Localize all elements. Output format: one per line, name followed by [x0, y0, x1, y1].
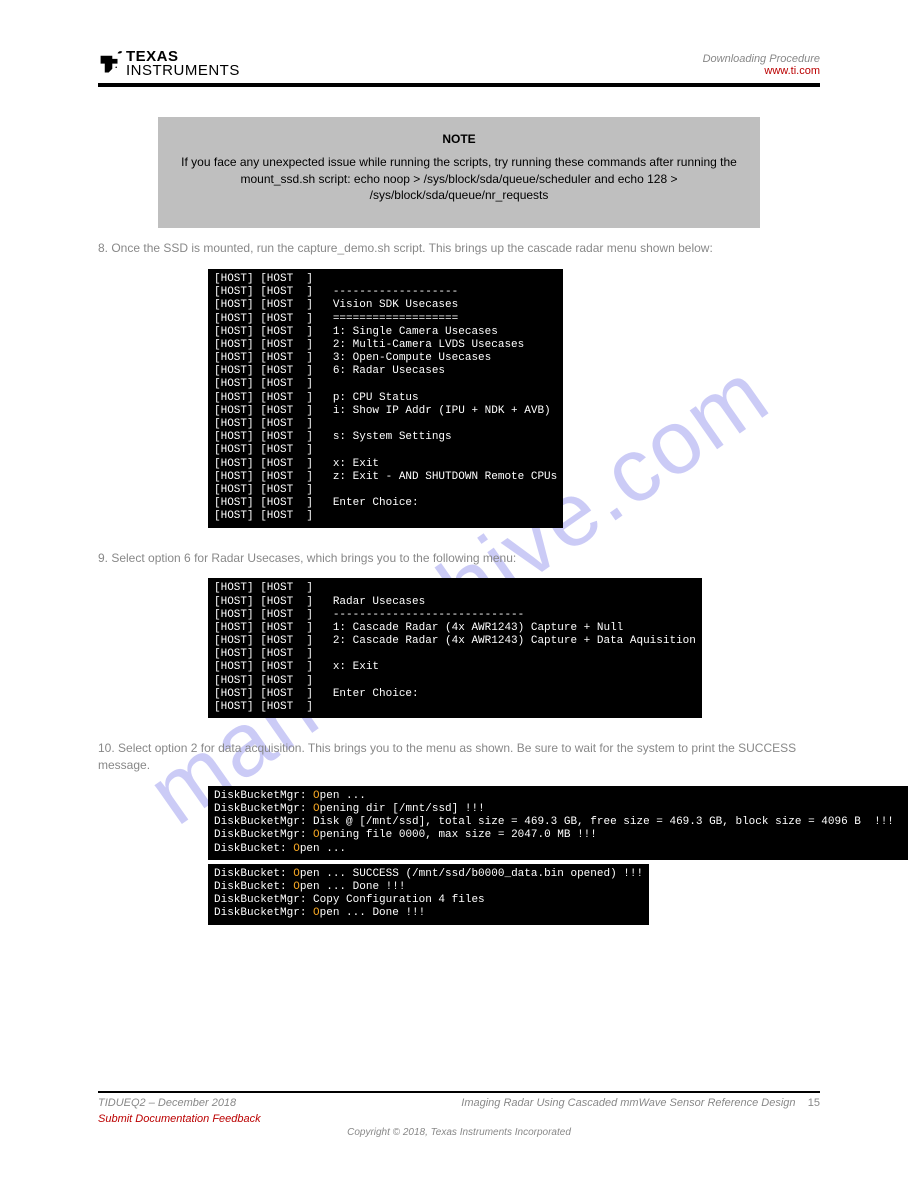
- web-link[interactable]: www.ti.com: [764, 65, 820, 77]
- logo-text-bottom: INSTRUMENTS: [126, 64, 240, 78]
- footer-page-number: 15: [808, 1097, 820, 1109]
- header-rule: [98, 83, 820, 87]
- header-right-text: Downloading Procedure: [703, 53, 820, 65]
- note-box: NOTE If you face any unexpected issue wh…: [158, 117, 760, 228]
- note-label: NOTE: [172, 131, 746, 148]
- footer-title: Imaging Radar Using Cascaded mmWave Sens…: [461, 1097, 795, 1109]
- header-section-title: Downloading Procedure www.ti.com: [703, 53, 820, 77]
- footer-feedback-link[interactable]: Submit Documentation Feedback: [98, 1113, 261, 1125]
- document-page: TEXAS INSTRUMENTS Downloading Procedure …: [0, 0, 918, 1188]
- step-10-text: 10. Select option 2 for data acquisition…: [98, 740, 820, 774]
- terminal-usecases-menu: [HOST] [HOST ] [HOST] [HOST ] ----------…: [208, 269, 563, 528]
- terminal-radar-menu: [HOST] [HOST ] [HOST] [HOST ] Radar Usec…: [208, 578, 702, 718]
- footer-copyright: Copyright © 2018, Texas Instruments Inco…: [98, 1127, 820, 1138]
- step-9-text: 9. Select option 6 for Radar Usecases, w…: [98, 550, 820, 567]
- terminal-diskbucket-success: DiskBucket: Open ... SUCCESS (/mnt/ssd/b…: [208, 864, 649, 925]
- step-8-text: 8. Once the SSD is mounted, run the capt…: [98, 240, 820, 257]
- ti-chip-icon: [98, 48, 124, 74]
- page-header: TEXAS INSTRUMENTS Downloading Procedure …: [98, 50, 820, 77]
- footer-rule: [98, 1091, 820, 1093]
- page-footer: TIDUEQ2 – December 2018 Imaging Radar Us…: [98, 1091, 820, 1138]
- note-text: If you face any unexpected issue while r…: [172, 154, 746, 204]
- ti-logo: TEXAS INSTRUMENTS: [98, 50, 240, 77]
- terminal-diskbucket-open: DiskBucketMgr: Open ... DiskBucketMgr: O…: [208, 786, 908, 860]
- footer-doc-id: TIDUEQ2 – December 2018: [98, 1097, 236, 1109]
